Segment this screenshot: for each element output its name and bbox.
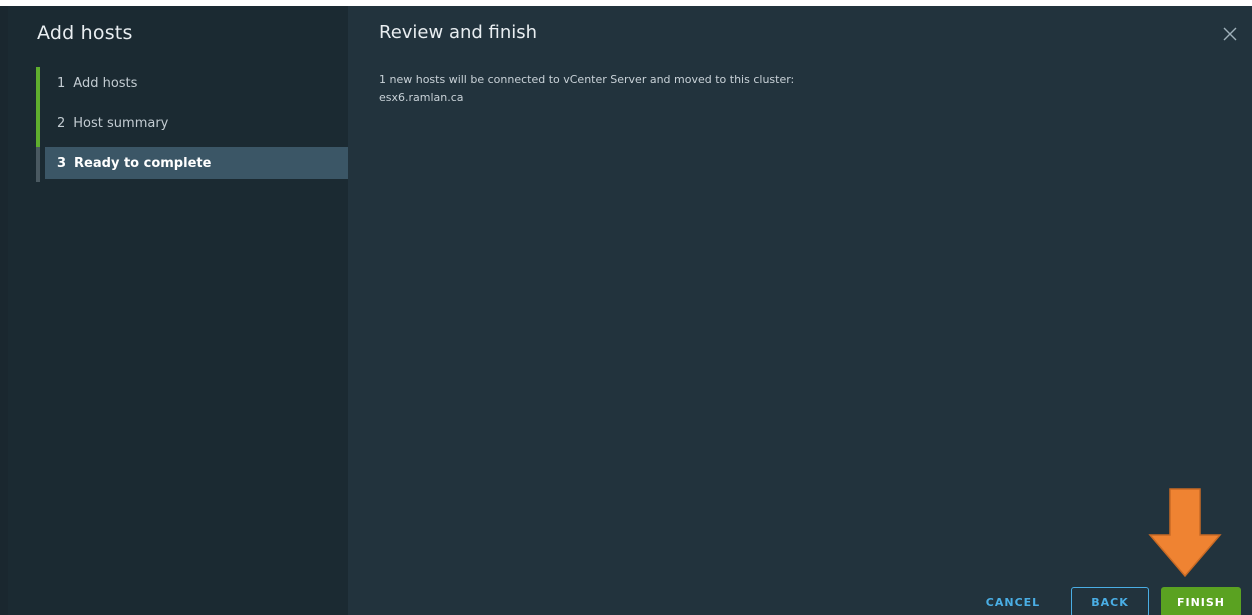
step-label: Host summary [73, 115, 169, 131]
review-message: 1 new hosts will be connected to vCenter… [379, 73, 795, 86]
step-number: 1 [57, 75, 66, 91]
close-icon[interactable] [1222, 26, 1238, 42]
wizard-sidebar: Add hosts 1 Add hosts 2 Host summary 3 R… [8, 6, 348, 615]
add-hosts-wizard-modal: Add hosts 1 Add hosts 2 Host summary 3 R… [8, 6, 1252, 615]
step-ready-to-complete[interactable]: 3 Ready to complete [36, 147, 348, 182]
cancel-button[interactable]: CANCEL [978, 587, 1048, 615]
finish-button[interactable]: FINISH [1161, 587, 1241, 615]
wizard-title: Add hosts [37, 22, 133, 44]
step-number: 2 [57, 115, 66, 131]
step-complete-indicator [36, 107, 40, 147]
step-add-hosts[interactable]: 1 Add hosts [36, 67, 348, 107]
review-summary: 1 new hosts will be connected to vCenter… [379, 71, 794, 107]
step-label: Add hosts [73, 75, 138, 91]
host-name: esx6.ramlan.ca [379, 91, 464, 104]
page-title: Review and finish [379, 22, 538, 43]
screenshot-frame: Add hosts 1 Add hosts 2 Host summary 3 R… [0, 0, 1252, 615]
step-host-summary[interactable]: 2 Host summary [36, 107, 348, 147]
step-number: 3 [57, 155, 67, 171]
step-current-indicator [36, 147, 40, 182]
background-edge [0, 6, 8, 615]
back-button[interactable]: BACK [1071, 587, 1149, 615]
step-complete-indicator [36, 67, 40, 107]
wizard-steps: 1 Add hosts 2 Host summary 3 Ready to co… [36, 67, 348, 187]
step-label: Ready to complete [74, 155, 212, 171]
